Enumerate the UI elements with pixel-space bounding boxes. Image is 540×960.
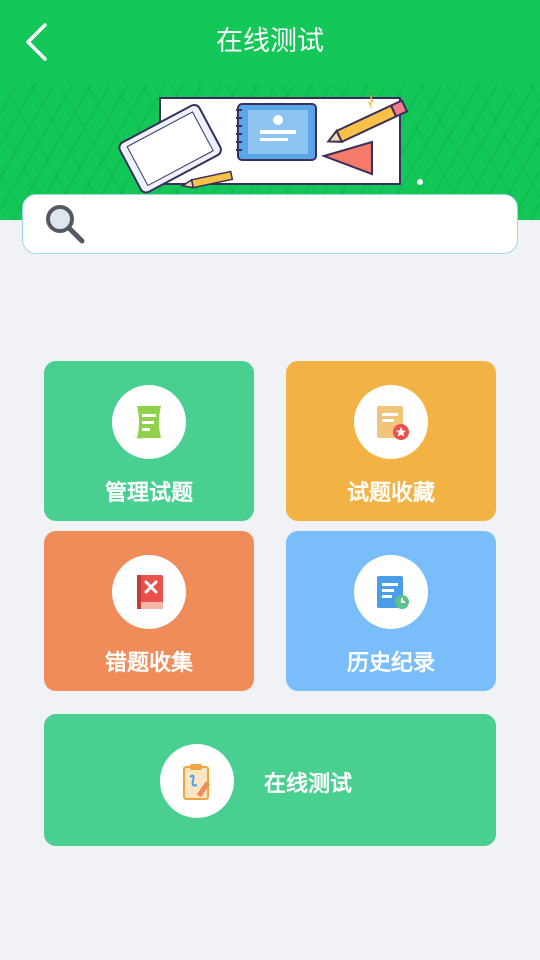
- wrong-questions-button[interactable]: 错题收集: [44, 531, 254, 691]
- online-test-button[interactable]: 在线测试: [44, 714, 496, 846]
- scroll-document-icon: [133, 406, 161, 439]
- icon-circle: [354, 385, 428, 459]
- favorite-questions-button[interactable]: 试题收藏: [286, 361, 496, 521]
- icon-circle: [354, 555, 428, 629]
- icon-circle: [112, 385, 186, 459]
- wrong-book-icon: [137, 575, 163, 609]
- online-test-label: 在线测试: [264, 772, 353, 797]
- tile-label: 错题收集: [104, 651, 193, 676]
- tile-label: 试题收藏: [346, 481, 435, 506]
- search-bar[interactable]: [22, 194, 518, 254]
- tile-label: 历史纪录: [346, 651, 435, 676]
- manage-questions-button[interactable]: 管理试题: [44, 361, 254, 521]
- icon-circle: [160, 744, 234, 818]
- tile-label: 管理试题: [104, 481, 193, 506]
- favorite-document-icon: [377, 406, 409, 440]
- icon-circle: [112, 555, 186, 629]
- history-records-button[interactable]: 历史纪录: [286, 531, 496, 691]
- page-title: 在线测试: [216, 26, 324, 57]
- search-input[interactable]: [99, 204, 517, 244]
- history-document-icon: [377, 576, 409, 609]
- header-banner: 在线测试: [0, 0, 540, 220]
- stationery-illustration: [118, 94, 423, 194]
- search-icon: [46, 205, 85, 244]
- clipboard-pen-icon: [183, 764, 211, 800]
